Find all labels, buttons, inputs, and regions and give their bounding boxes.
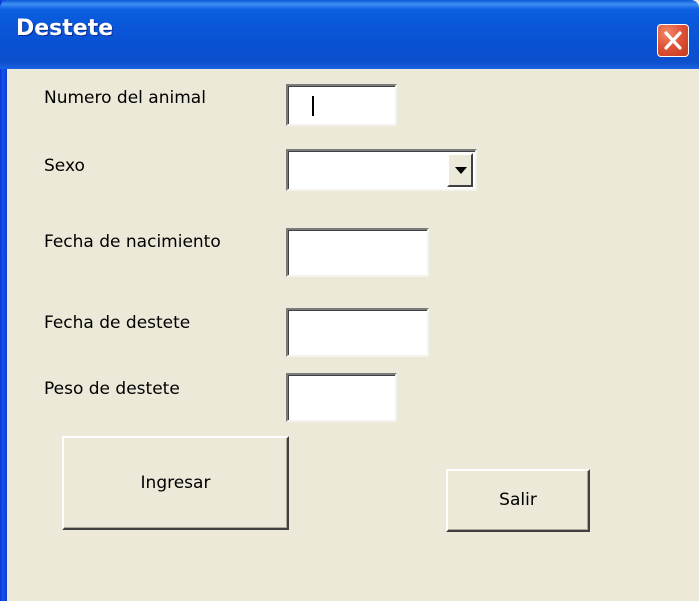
weaning-weight-input[interactable] (286, 373, 397, 422)
sex-label: Sexo (44, 156, 85, 176)
window-title: Destete (16, 16, 114, 41)
animal-number-label: Numero del animal (44, 88, 206, 108)
title-bar[interactable]: Destete (0, 0, 699, 69)
text-caret (312, 96, 314, 116)
sex-combobox[interactable] (286, 149, 477, 191)
sex-dropdown-button[interactable] (447, 153, 473, 187)
chevron-down-icon (455, 167, 467, 174)
dialog-window: Destete Numero del animal Sexo Fecha de … (0, 0, 699, 601)
birth-date-label: Fecha de nacimiento (44, 232, 221, 252)
weaning-date-label: Fecha de destete (44, 313, 191, 333)
animal-number-input[interactable] (286, 84, 397, 126)
window-frame-left (0, 0, 7, 601)
close-button[interactable] (657, 24, 689, 57)
weaning-date-input[interactable] (286, 308, 429, 357)
birth-date-input[interactable] (286, 228, 429, 277)
close-icon (664, 31, 682, 50)
salir-button[interactable]: Salir (446, 469, 590, 532)
form-body: Numero del animal Sexo Fecha de nacimien… (7, 69, 699, 601)
weaning-weight-label: Peso de destete (44, 379, 180, 399)
ingresar-button[interactable]: Ingresar (62, 436, 289, 530)
